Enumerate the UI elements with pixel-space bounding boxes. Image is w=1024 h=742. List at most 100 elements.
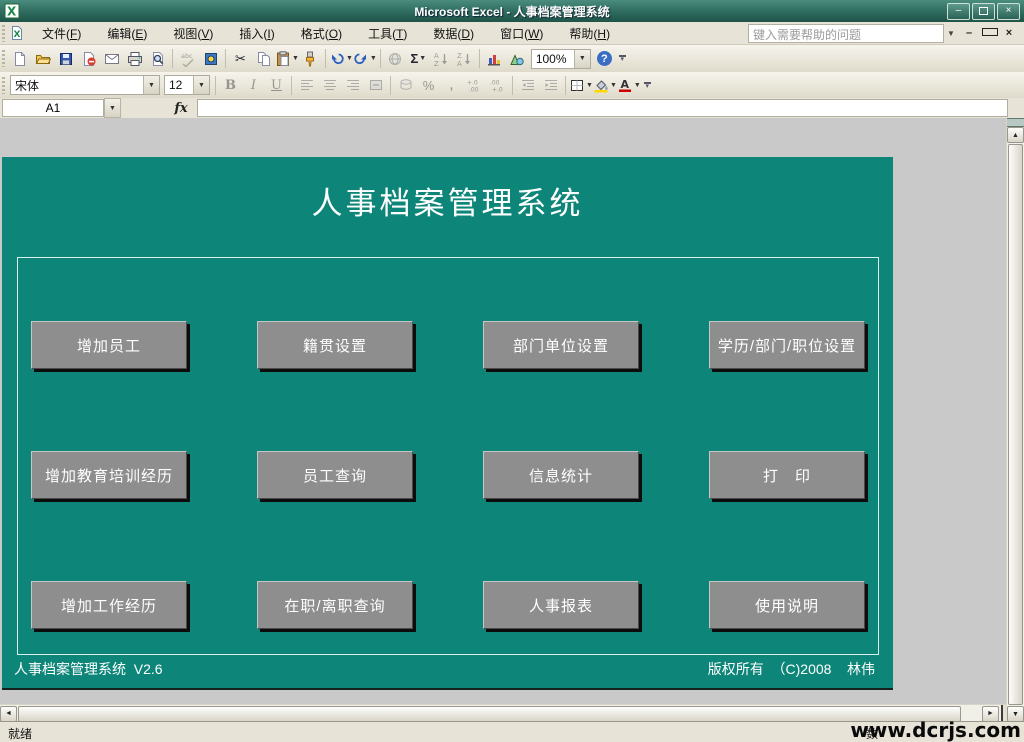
- standard-toolbar-options[interactable]: ▾: [618, 55, 626, 63]
- formatting-toolbar-options[interactable]: ▾: [643, 81, 651, 90]
- svg-text:A: A: [434, 52, 439, 60]
- panel-button-instructions[interactable]: 使用说明: [709, 581, 865, 629]
- chart-wizard-icon: [488, 54, 501, 65]
- font-name-combo[interactable]: 宋体 ▼: [10, 75, 160, 95]
- font-color-dropdown-icon[interactable]: ▼: [634, 82, 641, 89]
- v-scrollbar-thumb[interactable]: [1008, 144, 1023, 705]
- menu-help[interactable]: 帮助(H): [556, 22, 623, 45]
- research-button[interactable]: [199, 48, 222, 70]
- name-box-dropdown-icon[interactable]: ▼: [104, 98, 121, 118]
- menu-file[interactable]: 文件(F): [29, 22, 94, 45]
- redo-icon: [354, 53, 366, 64]
- panel-button-print[interactable]: 打 印: [709, 451, 865, 499]
- standard-toolbar-grip[interactable]: [2, 50, 5, 67]
- sort-ascending-button[interactable]: AZ: [430, 48, 453, 70]
- panel-button-native-place-setup[interactable]: 籍贯设置: [257, 321, 413, 369]
- redo-button[interactable]: ▼: [353, 48, 377, 70]
- menu-view[interactable]: 视图(V): [160, 22, 226, 45]
- font-size-combo[interactable]: 12 ▼: [164, 75, 210, 95]
- hyperlink-button[interactable]: [384, 48, 407, 70]
- email-button[interactable]: [100, 48, 123, 70]
- workbook-close-button[interactable]: ×: [1002, 27, 1016, 39]
- workbook-minimize-button[interactable]: –: [962, 27, 976, 39]
- autosum-dropdown-icon[interactable]: ▼: [419, 55, 426, 62]
- zoom-combo[interactable]: 100% ▼: [530, 48, 591, 69]
- font-name-dropdown-icon[interactable]: ▼: [143, 76, 159, 94]
- permission-button[interactable]: [77, 48, 100, 70]
- paste-button[interactable]: ▼: [275, 48, 299, 70]
- v-scrollbar[interactable]: ▲ ▼: [1006, 118, 1024, 722]
- insert-function-button[interactable]: fx: [169, 101, 193, 116]
- bold-button[interactable]: B: [219, 74, 242, 96]
- scroll-up-button[interactable]: ▲: [1007, 127, 1024, 143]
- undo-dropdown-icon[interactable]: ▼: [346, 55, 353, 62]
- percent-button[interactable]: %: [417, 74, 440, 96]
- increase-indent-button[interactable]: [539, 74, 562, 96]
- align-center-button[interactable]: [318, 74, 341, 96]
- currency-button[interactable]: [394, 74, 417, 96]
- menu-window[interactable]: 窗口(W): [487, 22, 556, 45]
- menu-data[interactable]: 数据(D): [420, 22, 487, 45]
- save-button[interactable]: [54, 48, 77, 70]
- formula-input[interactable]: [197, 99, 1008, 117]
- fill-color-dropdown-icon[interactable]: ▼: [610, 82, 617, 89]
- panel-button-employee-query[interactable]: 员工查询: [257, 451, 413, 499]
- panel-button-add-employee[interactable]: 增加员工: [31, 321, 187, 369]
- help-button[interactable]: ?: [593, 48, 616, 70]
- new-button[interactable]: [8, 48, 31, 70]
- panel-button-statistics[interactable]: 信息统计: [483, 451, 639, 499]
- scroll-left-button[interactable]: ◄: [0, 705, 17, 722]
- maximize-button[interactable]: [972, 2, 995, 20]
- borders-button[interactable]: ▼: [569, 74, 593, 96]
- copy-button[interactable]: [252, 48, 275, 70]
- panel-button-add-training-history[interactable]: 增加教育培训经历: [31, 451, 187, 499]
- name-box[interactable]: A1: [2, 99, 104, 117]
- fill-color-button[interactable]: ▼: [593, 74, 617, 96]
- print-button[interactable]: [123, 48, 146, 70]
- format-painter-button[interactable]: [299, 48, 322, 70]
- close-button[interactable]: ×: [997, 2, 1020, 20]
- panel-button-education-position-setup[interactable]: 学历/部门/职位设置: [709, 321, 865, 369]
- decrease-indent-button[interactable]: [516, 74, 539, 96]
- minimize-button[interactable]: –: [947, 2, 970, 20]
- drawing-button[interactable]: [506, 48, 529, 70]
- menu-insert[interactable]: 插入(I): [226, 22, 287, 45]
- redo-dropdown-icon[interactable]: ▼: [370, 55, 377, 62]
- cut-button[interactable]: ✂: [229, 48, 252, 70]
- align-left-button[interactable]: [295, 74, 318, 96]
- spelling-button[interactable]: abc: [176, 48, 199, 70]
- italic-button[interactable]: I: [242, 74, 265, 96]
- split-box[interactable]: [1007, 118, 1024, 127]
- align-right-button[interactable]: [341, 74, 364, 96]
- workbook-restore-button[interactable]: [982, 27, 998, 39]
- status-ready-text: 就绪: [8, 727, 33, 741]
- menu-format[interactable]: 格式(O): [288, 22, 355, 45]
- font-color-button[interactable]: A ▼: [617, 74, 641, 96]
- panel-button-department-setup[interactable]: 部门单位设置: [483, 321, 639, 369]
- menu-tools[interactable]: 工具(T): [355, 22, 420, 45]
- open-button[interactable]: [31, 48, 54, 70]
- h-scrollbar-thumb[interactable]: [18, 705, 961, 722]
- comma-button[interactable]: ,: [440, 74, 463, 96]
- merge-center-button[interactable]: [364, 74, 387, 96]
- panel-button-add-work-history[interactable]: 增加工作经历: [31, 581, 187, 629]
- help-dropdown-icon[interactable]: ▼: [944, 29, 958, 38]
- menubar-grip[interactable]: [2, 24, 5, 42]
- panel-button-active-resigned-query[interactable]: 在职/离职查询: [257, 581, 413, 629]
- undo-button[interactable]: ▼: [329, 48, 353, 70]
- help-question-box[interactable]: 键入需要帮助的问题: [748, 23, 944, 43]
- paste-dropdown-icon[interactable]: ▼: [292, 55, 299, 62]
- sort-descending-button[interactable]: ZA: [453, 48, 476, 70]
- formatting-toolbar-grip[interactable]: [2, 76, 5, 94]
- menu-edit[interactable]: 编辑(E): [94, 22, 160, 45]
- panel-button-hr-report[interactable]: 人事报表: [483, 581, 639, 629]
- increase-decimal-button[interactable]: +.0.00: [463, 74, 486, 96]
- autosum-button[interactable]: Σ ▼: [407, 48, 430, 70]
- underline-button[interactable]: U: [265, 74, 288, 96]
- chart-wizard-button[interactable]: [483, 48, 506, 70]
- borders-dropdown-icon[interactable]: ▼: [586, 82, 593, 89]
- zoom-dropdown-icon[interactable]: ▼: [573, 49, 590, 68]
- font-size-dropdown-icon[interactable]: ▼: [193, 76, 209, 94]
- decrease-decimal-button[interactable]: .00 +.0: [486, 74, 509, 96]
- print-preview-button[interactable]: [146, 48, 169, 70]
